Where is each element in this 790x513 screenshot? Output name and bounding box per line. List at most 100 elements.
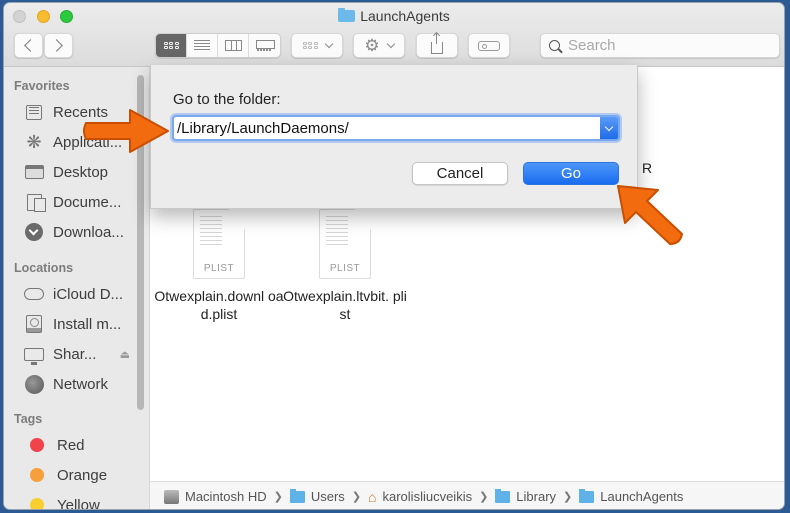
arrow-annotation-right-icon (83, 109, 169, 153)
partial-file-name: R (642, 160, 653, 176)
folder-icon (579, 488, 595, 503)
home-icon: ⌂ (368, 488, 377, 505)
file-name: Otwexplain.ltvbit. plist (283, 288, 407, 322)
chevron-right-icon (50, 39, 63, 52)
sidebar-item-label: Orange (57, 466, 108, 484)
path-label: Users (310, 489, 345, 504)
path-history-dropdown[interactable] (600, 117, 618, 139)
path-item-launchagents[interactable]: LaunchAgents (579, 488, 684, 504)
share-icon (431, 33, 443, 54)
plist-file-icon: PLIST (319, 209, 371, 279)
path-bar: Macintosh HD ❯ Users ❯ ⌂ karolisliucveiki… (150, 481, 784, 509)
library-folder-icon (495, 488, 511, 503)
plist-file-icon: PLIST (193, 209, 245, 279)
sidebar-item-tag-yellow[interactable]: Yellow (24, 494, 134, 510)
sidebar-item-label: Desktop (53, 163, 109, 181)
tag-color-icon (30, 438, 44, 452)
sidebar-item-label: Docume... (53, 193, 122, 211)
search-field[interactable] (540, 33, 780, 58)
disk-icon (24, 314, 44, 334)
hard-drive-icon (164, 489, 179, 504)
path-label: Macintosh HD (185, 489, 267, 504)
forward-button[interactable] (44, 33, 73, 58)
tags-header: Tags (14, 412, 43, 426)
list-view-button[interactable] (187, 34, 218, 57)
action-button[interactable]: ⚙ (353, 33, 405, 58)
cancel-button[interactable]: Cancel (412, 162, 508, 185)
dialog-label: Go to the folder: (173, 91, 281, 108)
list-view-icon (194, 40, 210, 51)
locations-header: Locations (14, 261, 74, 275)
sidebar-item-tag-orange[interactable]: Orange (24, 464, 134, 486)
share-button[interactable] (416, 33, 458, 58)
documents-icon (24, 192, 46, 212)
sidebar-item-documents[interactable]: Docume... (24, 191, 134, 213)
sidebar-item-downloads[interactable]: Downloa... (24, 221, 134, 243)
search-input[interactable] (568, 37, 768, 54)
sidebar-item-label: Install m... (53, 315, 122, 333)
column-view-icon (224, 40, 242, 51)
sidebar-item-label: iCloud D... (53, 285, 124, 303)
path-separator-icon: ❯ (563, 491, 573, 503)
sidebar-item-install[interactable]: Install m... (24, 313, 134, 335)
go-button[interactable]: Go (523, 162, 619, 185)
tag-color-icon (30, 468, 44, 482)
desktop-icon (24, 162, 44, 182)
sidebar-item-label: Shar... (53, 345, 97, 363)
folder-path-input[interactable] (177, 118, 597, 138)
gear-icon: ⚙ (364, 36, 380, 55)
folder-path-combobox (172, 115, 620, 141)
sidebar-item-icloud[interactable]: iCloud D... (24, 283, 134, 305)
network-icon (24, 374, 44, 394)
arrow-annotation-up-left-icon (617, 185, 683, 245)
group-by-button[interactable] (291, 33, 343, 58)
recents-icon (24, 102, 44, 122)
view-mode-selector (155, 33, 281, 58)
column-view-button[interactable] (218, 34, 249, 57)
path-label: LaunchAgents (600, 489, 684, 504)
sidebar-item-label: Network (53, 375, 109, 393)
gallery-view-button[interactable] (249, 34, 280, 57)
folder-icon (338, 8, 356, 22)
sidebar-item-shared[interactable]: Shar... ⏏ (24, 343, 134, 365)
sidebar-item-label: Downloa... (53, 223, 124, 241)
path-separator-icon: ❯ (273, 491, 283, 503)
path-item-library[interactable]: Library (495, 488, 557, 504)
display-icon (24, 344, 44, 365)
group-by-icon (302, 41, 318, 50)
sidebar-item-desktop[interactable]: Desktop (24, 161, 134, 183)
downloads-icon (24, 222, 44, 242)
back-button[interactable] (14, 33, 43, 58)
toolbar: LaunchAgents ⚙ (4, 3, 784, 67)
chevron-down-icon (386, 39, 395, 49)
path-label: Library (516, 489, 557, 504)
gallery-view-icon (256, 39, 275, 52)
file-item[interactable]: PLIST Otwexplain.downl oad.plist (154, 209, 284, 323)
tag-button[interactable] (468, 33, 510, 58)
icon-view-button[interactable] (156, 34, 187, 57)
applications-icon: ❋ (26, 131, 42, 152)
path-separator-icon: ❯ (479, 491, 489, 503)
path-separator-icon: ❯ (351, 491, 362, 503)
sidebar-item-tag-red[interactable]: Red (24, 434, 134, 456)
tag-icon (478, 40, 500, 51)
file-item[interactable]: PLIST Otwexplain.ltvbit. plist (280, 209, 410, 323)
chevron-down-icon (604, 122, 614, 131)
file-name: Otwexplain.downl oad.plist (154, 288, 284, 322)
go-to-folder-dialog: Go to the folder: Cancel Go (150, 65, 638, 209)
chevron-left-icon (24, 39, 37, 52)
chevron-down-icon (324, 39, 333, 49)
path-item-users[interactable]: Users (289, 488, 345, 504)
file-type-label: PLIST (329, 263, 361, 274)
sidebar-item-network[interactable]: Network (24, 373, 134, 395)
path-item-home[interactable]: ⌂ karolisliucveikis (368, 489, 472, 505)
eject-icon[interactable]: ⏏ (120, 348, 130, 361)
path-item-macintosh-hd[interactable]: Macintosh HD (164, 489, 267, 504)
file-type-label: PLIST (203, 263, 235, 274)
sidebar-item-label: Yellow (57, 496, 100, 510)
favorites-header: Favorites (14, 79, 70, 93)
path-label: karolisliucveikis (382, 489, 473, 504)
icon-view-icon (163, 41, 179, 50)
search-icon (549, 40, 560, 51)
window-title-text: LaunchAgents (360, 8, 450, 24)
